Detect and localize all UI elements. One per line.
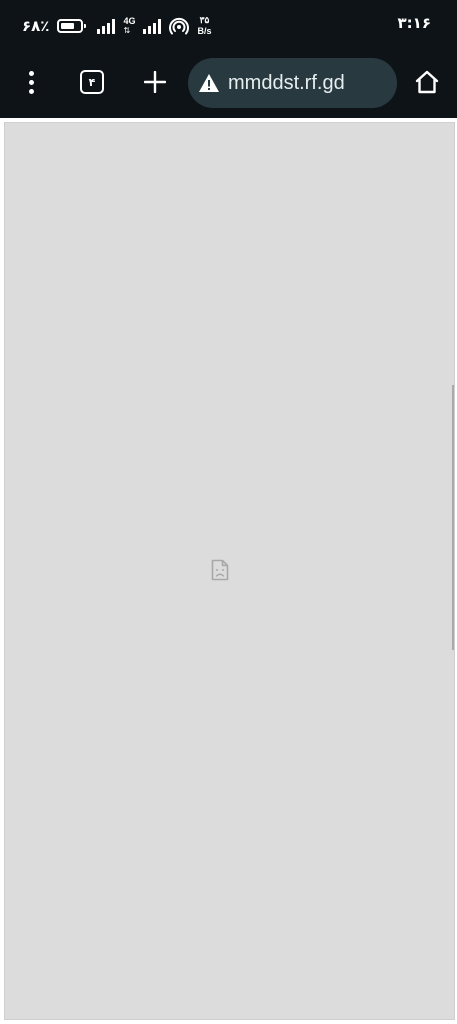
new-tab-button[interactable]: [138, 52, 172, 112]
web-content-area[interactable]: [4, 122, 455, 1020]
scrollbar-thumb[interactable]: [452, 385, 454, 650]
battery-icon: [57, 19, 87, 33]
hotspot-icon: [169, 17, 190, 35]
url-text: mmddst.rf.gd: [228, 71, 345, 94]
home-icon: [415, 70, 439, 94]
battery-fill: [61, 23, 74, 29]
home-button[interactable]: [410, 52, 444, 112]
network-indicator: 4G ⇅: [123, 16, 136, 36]
warning-icon[interactable]: [198, 73, 220, 93]
network-speed: ۳۵ B/s: [197, 15, 211, 37]
battery-percent: ۶۸٪: [22, 17, 50, 35]
speed-value: ۳۵: [199, 15, 210, 25]
tab-switcher-button[interactable]: ۴: [74, 52, 110, 112]
status-bar: ۶۸٪ 4G ⇅ ۳۵ B/s ۳:۱۶: [0, 0, 457, 52]
plus-icon: [144, 71, 166, 93]
more-menu-button[interactable]: [14, 52, 48, 112]
broken-image-icon: [211, 559, 229, 585]
signal-icon-secondary: [143, 18, 162, 34]
network-type: 4G: [123, 16, 136, 26]
network-arrows: ⇅: [123, 26, 131, 35]
signal-icon: [97, 18, 116, 34]
speed-unit: B/s: [197, 26, 212, 36]
tab-switcher-icon: ۴: [80, 70, 104, 94]
more-vert-icon: [28, 70, 34, 94]
status-left-group: ۶۸٪ 4G ⇅ ۳۵ B/s: [22, 12, 212, 40]
address-bar[interactable]: mmddst.rf.gd: [188, 58, 397, 108]
clock: ۳:۱۶: [397, 14, 431, 32]
browser-toolbar: ۴ mmddst.rf.gd: [0, 52, 457, 118]
